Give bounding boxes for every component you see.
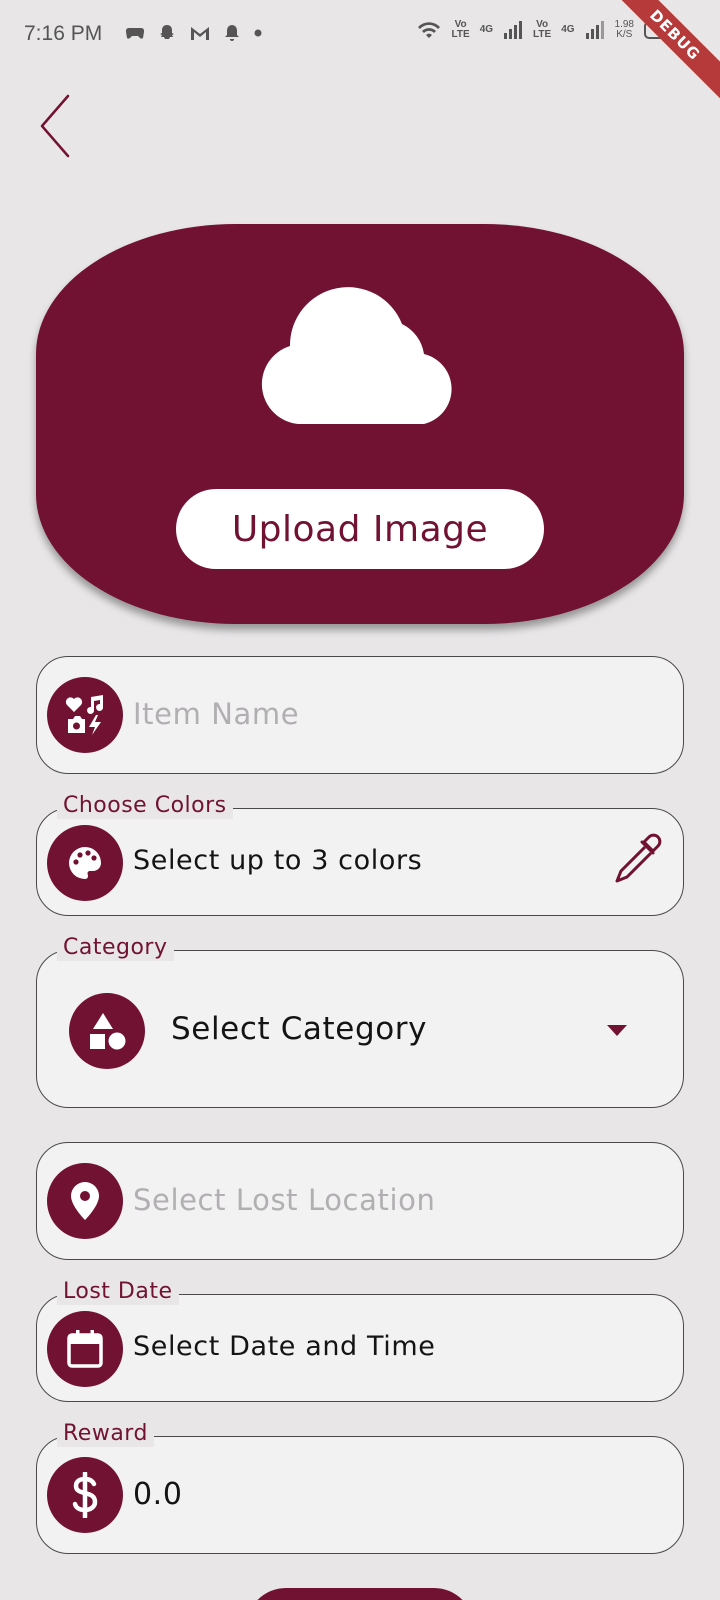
- chevron-left-icon: [40, 94, 70, 158]
- lost-date-label: Lost Date: [57, 1279, 179, 1305]
- reward-input[interactable]: 0.0: [133, 1477, 183, 1512]
- lost-date-field[interactable]: Lost Date Select Date and Time: [36, 1279, 684, 1402]
- wifi-icon: [417, 22, 440, 38]
- lost-date-value[interactable]: Select Date and Time: [133, 1331, 435, 1362]
- category-select[interactable]: Select Category: [171, 1011, 427, 1047]
- category-label: Category: [57, 935, 174, 961]
- colors-value: Select up to 3 colors: [133, 845, 423, 876]
- notification-icons: [126, 24, 262, 42]
- dropdown-arrow-icon[interactable]: [607, 1025, 627, 1037]
- snapchat-icon: [160, 25, 174, 39]
- dot-icon: [254, 29, 262, 37]
- image-upload-card[interactable]: Upload Image: [36, 224, 684, 624]
- color-picker-icon[interactable]: [609, 833, 665, 889]
- debug-banner: DEBUG: [605, 0, 720, 105]
- item-category-icon: [47, 677, 123, 753]
- system-icons: Vo LTE 4G Vo LTE 4G 1.98 K/S: [416, 20, 680, 40]
- status-bar: 7:16 PM Vo LTE 4G Vo LTE 4G 1.98 K/S DEBUG: [0, 0, 720, 105]
- item-name-input[interactable]: Item Name: [133, 697, 299, 731]
- cloud-icon: [261, 287, 452, 424]
- submit-button[interactable]: [246, 1588, 474, 1600]
- status-time: 7:16 PM: [24, 22, 103, 45]
- upload-image-button[interactable]: Upload Image: [176, 489, 544, 569]
- location-pin-icon: [47, 1163, 123, 1239]
- bell-icon: [225, 25, 239, 41]
- calendar-icon: [47, 1311, 123, 1387]
- colors-label: Choose Colors: [57, 793, 233, 819]
- dollar-icon: [47, 1457, 123, 1533]
- signal-icon-1: [504, 21, 523, 39]
- network-4g-label-1: 4G: [479, 24, 494, 35]
- volte-label-2: Vo LTE: [533, 19, 552, 40]
- item-name-field[interactable]: Item Name: [36, 656, 684, 774]
- reward-field[interactable]: Reward 0.0: [36, 1421, 684, 1554]
- gmail-icon: [191, 27, 209, 40]
- reward-label: Reward: [57, 1421, 154, 1447]
- volte-label-1: Vo LTE: [451, 19, 470, 40]
- palette-icon: [47, 825, 123, 901]
- back-button[interactable]: [36, 92, 76, 162]
- network-4g-label-2: 4G: [561, 24, 575, 35]
- gamepad-icon: [126, 27, 144, 39]
- signal-icon-2: [585, 21, 604, 39]
- lost-location-input[interactable]: Select Lost Location: [133, 1183, 435, 1217]
- colors-field[interactable]: Choose Colors Select up to 3 colors: [36, 793, 684, 916]
- lost-location-field[interactable]: Select Lost Location: [36, 1142, 684, 1260]
- category-field[interactable]: Category Select Category: [36, 935, 684, 1108]
- network-speed: 1.98 K/S: [614, 19, 634, 40]
- shapes-icon: [69, 993, 145, 1069]
